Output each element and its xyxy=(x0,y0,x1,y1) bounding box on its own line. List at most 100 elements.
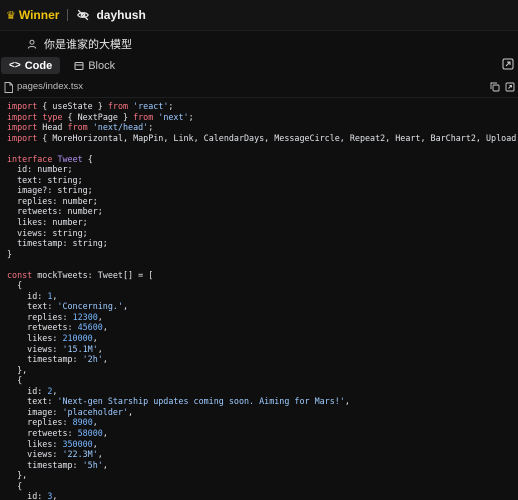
code-token: 'react' xyxy=(133,101,169,111)
code-token: from xyxy=(107,101,129,111)
code-token: import xyxy=(7,101,38,111)
copy-icon[interactable] xyxy=(490,82,500,92)
tab-block[interactable]: Block xyxy=(66,57,123,74)
code-line: import { MoreHorizontal, MapPin, Link, C… xyxy=(7,133,518,144)
code-line: likes: 350000, xyxy=(7,439,518,450)
code-token: 45600 xyxy=(77,322,103,333)
code-line: }, xyxy=(7,365,518,376)
code-token: }, xyxy=(7,364,28,375)
code-token: } xyxy=(7,248,13,259)
code-line: timestamp: '5h', xyxy=(7,460,518,471)
code-token: 350000 xyxy=(62,438,93,449)
file-name: pages/index.tsx xyxy=(17,81,84,92)
code-line: text: 'Next-gen Starship updates coming … xyxy=(7,396,518,407)
code-line: likes: number; xyxy=(7,217,518,228)
code-token: replies: xyxy=(7,417,73,428)
code-token: Tweet xyxy=(57,153,83,164)
code-token: timestamp: xyxy=(7,354,83,365)
code-token: interface xyxy=(7,153,53,164)
crown-icon: ♛ xyxy=(6,9,16,22)
code-token: , xyxy=(102,459,108,470)
code-token: '22.3M' xyxy=(62,449,98,460)
code-token: replies: xyxy=(7,311,73,322)
code-line: { xyxy=(7,280,518,291)
code-line: text: 'Concerning.', xyxy=(7,301,518,312)
file-icon xyxy=(4,82,13,93)
block-icon xyxy=(74,61,84,70)
code-token: const xyxy=(7,269,33,280)
code-token: 12300 xyxy=(72,311,98,322)
code-token: timestamp: string; xyxy=(7,238,108,249)
code-line: text: string; xyxy=(7,175,518,186)
tab-code-label: Code xyxy=(24,59,53,72)
code-token: , xyxy=(102,322,108,333)
code-token: , xyxy=(52,385,58,396)
code-line: likes: 210000, xyxy=(7,333,518,344)
code-token: , xyxy=(92,333,98,344)
code-token: import xyxy=(7,111,38,122)
code-token: 'Concerning.' xyxy=(57,301,123,312)
user-icon xyxy=(27,39,37,49)
code-token: , xyxy=(102,427,108,438)
code-token: , xyxy=(52,290,58,301)
top-bar: ♛ Winner dayhush xyxy=(0,0,518,31)
code-line: const mockTweets: Tweet[] = [ xyxy=(7,270,518,281)
code-token: '5h' xyxy=(82,459,103,470)
code-token: timestamp: xyxy=(7,459,83,470)
code-line: image: 'placeholder', xyxy=(7,407,518,418)
code-line: replies: 12300, xyxy=(7,312,518,323)
code-token: retweets: xyxy=(7,427,78,438)
code-token: ; xyxy=(188,111,194,122)
code-line: views: '15.1M', xyxy=(7,344,518,355)
code-token: , xyxy=(97,311,103,322)
code-token: Head xyxy=(37,122,68,133)
code-token: { xyxy=(7,375,23,386)
code-token: views: string; xyxy=(7,227,88,238)
code-line: id: 2, xyxy=(7,386,518,397)
code-line: import type { NextPage } from 'next'; xyxy=(7,112,518,123)
code-line: timestamp: string; xyxy=(7,238,518,249)
code-line: import { useState } from 'react'; xyxy=(7,101,518,112)
code-token: ; xyxy=(168,101,174,111)
code-token: { xyxy=(7,480,23,491)
code-token: { MoreHorizontal, MapPin, Link, Calendar… xyxy=(42,132,518,143)
code-token: 'placeholder' xyxy=(62,406,129,417)
code-line: timestamp: '2h', xyxy=(7,354,518,365)
code-line: id: number; xyxy=(7,164,518,175)
winner-badge: ♛ Winner xyxy=(6,8,59,22)
code-token: id: xyxy=(7,491,48,500)
code-token: image?: string; xyxy=(7,185,93,196)
code-token: '2h' xyxy=(82,354,103,365)
code-token: retweets: xyxy=(7,322,78,333)
code-token: from xyxy=(67,122,88,133)
tab-code[interactable]: <> Code xyxy=(1,57,61,74)
code-token: replies: number; xyxy=(7,195,98,206)
open-in-panel-icon[interactable] xyxy=(502,58,514,70)
code-token: from xyxy=(133,111,154,122)
prompt-text: 你是谁家的大模型 xyxy=(44,39,132,51)
expand-icon[interactable] xyxy=(505,82,515,92)
code-line: interface Tweet { xyxy=(7,154,518,165)
code-icon: <> xyxy=(9,60,21,71)
view-tabs: <> Code Block xyxy=(0,56,518,75)
code-token: likes: xyxy=(7,333,63,344)
code-token: , xyxy=(344,396,350,407)
code-block: import { useState } from 'react'; import … xyxy=(7,101,518,500)
code-token: , xyxy=(128,406,134,417)
winner-label: Winner xyxy=(18,8,60,22)
code-token: likes: number; xyxy=(7,217,88,228)
code-token: import xyxy=(7,122,38,133)
code-token: , xyxy=(92,438,98,449)
divider xyxy=(67,9,69,21)
code-token: 210000 xyxy=(62,333,93,344)
code-token: , xyxy=(92,417,98,428)
code-line: views: '22.3M', xyxy=(7,449,518,460)
code-line: }, xyxy=(7,470,518,481)
code-token: 'next/head' xyxy=(92,122,149,133)
code-line: id: 1, xyxy=(7,291,518,302)
code-line: import Head from 'next/head'; xyxy=(7,122,518,133)
code-token: 'Next-gen Starship updates coming soon. … xyxy=(57,396,345,407)
code-line: { xyxy=(7,375,518,386)
